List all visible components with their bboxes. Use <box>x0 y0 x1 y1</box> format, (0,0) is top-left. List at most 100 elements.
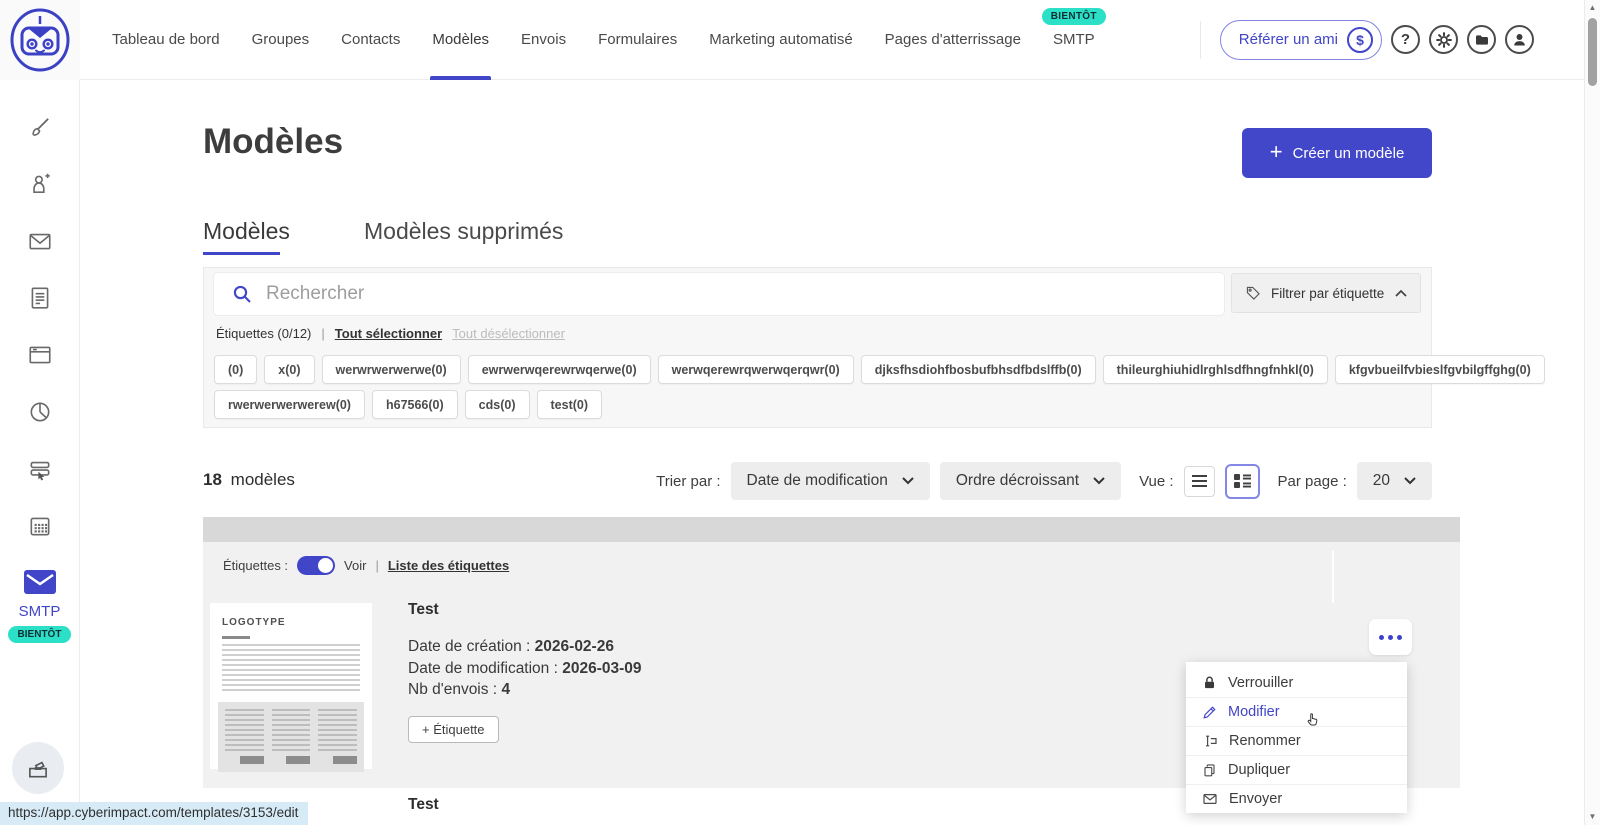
nav-marketing-automatise[interactable]: Marketing automatisé <box>709 0 852 80</box>
tab-modeles[interactable]: Modèles <box>203 218 290 245</box>
chevron-down-icon <box>902 477 914 485</box>
smtp-bientot-badge: BIENTÔT <box>1042 8 1106 25</box>
sends-value: 4 <box>501 681 510 698</box>
template-title[interactable]: Test <box>408 601 642 619</box>
top-divider <box>1200 21 1201 59</box>
sidebar-calendar-item[interactable] <box>0 497 79 554</box>
tag-chip[interactable]: x(0) <box>264 355 314 384</box>
row-actions-button[interactable] <box>1369 619 1412 655</box>
thumbnail-logotype: LOGOTYPE <box>222 617 360 628</box>
nav-groupes[interactable]: Groupes <box>252 0 310 80</box>
thumbnail-column <box>318 709 357 765</box>
user-icon <box>1511 31 1528 48</box>
tag-chip[interactable]: cds(0) <box>465 390 530 419</box>
tag-chip[interactable]: (0) <box>214 355 257 384</box>
view-grid-button[interactable] <box>1225 464 1260 499</box>
filter-by-tag-button[interactable]: Filtrer par étiquette <box>1231 273 1421 313</box>
sidebar-envois-item[interactable] <box>0 212 79 269</box>
account-button[interactable] <box>1505 25 1534 54</box>
filter-panel: Filtrer par étiquette Étiquettes (0/12) … <box>203 267 1432 428</box>
select-all-link[interactable]: Tout sélectionner <box>335 326 442 341</box>
column-divider <box>1332 551 1334 603</box>
help-button[interactable]: ? <box>1391 25 1420 54</box>
tag-chip[interactable]: h67566(0) <box>372 390 458 419</box>
tag-chip[interactable]: djksfhsdiohfbosbufbhsdfbdslffb(0) <box>861 355 1096 384</box>
deselect-all-link[interactable]: Tout désélectionner <box>452 326 565 341</box>
thumbnail-button <box>240 756 264 764</box>
results-count-label: modèles <box>231 470 295 489</box>
nav-tableau-de-bord[interactable]: Tableau de bord <box>112 0 220 80</box>
menu-item-envoyer[interactable]: Envoyer <box>1186 784 1407 813</box>
brush-icon <box>27 114 53 140</box>
ballot-box-icon <box>25 755 51 781</box>
tags-list-link[interactable]: Liste des étiquettes <box>388 558 509 573</box>
tag-chip[interactable]: rwerwerwerwerew(0) <box>214 390 365 419</box>
send-envelope-icon <box>1202 791 1218 807</box>
view-list-button[interactable] <box>1184 466 1215 497</box>
results-count-number: 18 <box>203 470 222 489</box>
template-context-menu: Verrouiller Modifier Renommer Dupliquer <box>1186 662 1407 813</box>
tag-chip[interactable]: werwrwerwerwe(0) <box>322 355 461 384</box>
dollar-icon: $ <box>1347 27 1373 53</box>
template-thumbnail[interactable]: LOGOTYPE <box>210 603 372 769</box>
sidebar-sections-item[interactable] <box>0 440 79 497</box>
list-view-icon <box>1191 474 1208 488</box>
tag-chip[interactable]: test(0) <box>537 390 603 419</box>
sidebar-landing-pages-item[interactable] <box>0 326 79 383</box>
browser-window-icon <box>27 342 53 368</box>
tag-chip[interactable]: ewrwerwqerewrwqerwe(0) <box>468 355 651 384</box>
results-count: 18 modèles <box>203 470 295 490</box>
voir-label: Voir <box>344 558 366 573</box>
refer-friend-button[interactable]: Référer un ami $ <box>1220 20 1382 60</box>
menu-item-dupliquer[interactable]: Dupliquer <box>1186 755 1407 784</box>
tag-chip[interactable]: kfgvbueilfvbieslfgvbilgffghg(0) <box>1335 355 1545 384</box>
sort-by-label: Trier par : <box>656 473 720 490</box>
sidebar-stats-item[interactable] <box>0 383 79 440</box>
scroll-up-arrow[interactable]: ▲ <box>1585 3 1600 12</box>
app-logo[interactable] <box>0 0 80 80</box>
sort-by-dropdown[interactable]: Date de modification <box>731 462 930 500</box>
sidebar-forms-item[interactable] <box>0 269 79 326</box>
sidebar-design-item[interactable] <box>0 98 79 155</box>
created-label: Date de création : <box>408 638 530 655</box>
nav-formulaires[interactable]: Formulaires <box>598 0 677 80</box>
add-tag-button[interactable]: + Étiquette <box>408 716 499 743</box>
pie-chart-icon <box>27 399 53 425</box>
tag-chip[interactable]: werwqerewrqwerwqerqwr(0) <box>658 355 854 384</box>
template-created-line: Date de création : 2026-02-26 <box>408 636 642 658</box>
scrollbar-thumb[interactable] <box>1588 18 1597 86</box>
modified-label: Date de modification : <box>408 660 558 677</box>
sort-order-dropdown[interactable]: Ordre décroissant <box>940 462 1121 500</box>
menu-label: Envoyer <box>1229 791 1282 807</box>
scroll-down-arrow[interactable]: ▼ <box>1585 812 1600 821</box>
tags-toggle[interactable] <box>297 556 335 575</box>
pencil-icon <box>1202 705 1217 720</box>
tab-modeles-supprimes[interactable]: Modèles supprimés <box>364 218 563 245</box>
search-input[interactable] <box>266 283 1126 305</box>
rename-icon <box>1202 733 1218 749</box>
menu-item-renommer[interactable]: Renommer <box>1186 726 1407 755</box>
template-title-2[interactable]: Test <box>408 796 439 814</box>
per-page-dropdown[interactable]: 20 <box>1357 462 1432 500</box>
tag-chip[interactable]: thileurghiuhidlrghlsdfhngfnhkl(0) <box>1103 355 1328 384</box>
create-template-button[interactable]: + Créer un modèle <box>1242 128 1432 178</box>
nav-contacts[interactable]: Contacts <box>341 0 400 80</box>
settings-button[interactable] <box>1429 25 1458 54</box>
separator: | <box>375 558 378 573</box>
thumbnail-button <box>333 756 357 764</box>
menu-item-verrouiller[interactable]: Verrouiller <box>1186 668 1407 697</box>
created-value: 2026-02-26 <box>535 638 614 655</box>
nav-smtp[interactable]: BIENTÔT SMTP <box>1053 0 1095 80</box>
page-scrollbar[interactable]: ▲ ▼ <box>1584 0 1600 825</box>
sidebar-add-contact-item[interactable] <box>0 155 79 212</box>
sends-label: Nb d'envois : <box>408 681 497 698</box>
nav-envois[interactable]: Envois <box>521 0 566 80</box>
view-label: Vue : <box>1139 473 1173 490</box>
sidebar-smtp-item[interactable]: SMTP BIENTÔT <box>0 570 79 643</box>
feedback-widget-button[interactable] <box>12 742 64 794</box>
menu-item-modifier[interactable]: Modifier <box>1186 697 1407 726</box>
active-tab-underline <box>203 252 280 255</box>
nav-pages-atterrissage[interactable]: Pages d'atterrissage <box>885 0 1021 80</box>
files-button[interactable] <box>1467 25 1496 54</box>
nav-modeles[interactable]: Modèles <box>432 0 489 80</box>
